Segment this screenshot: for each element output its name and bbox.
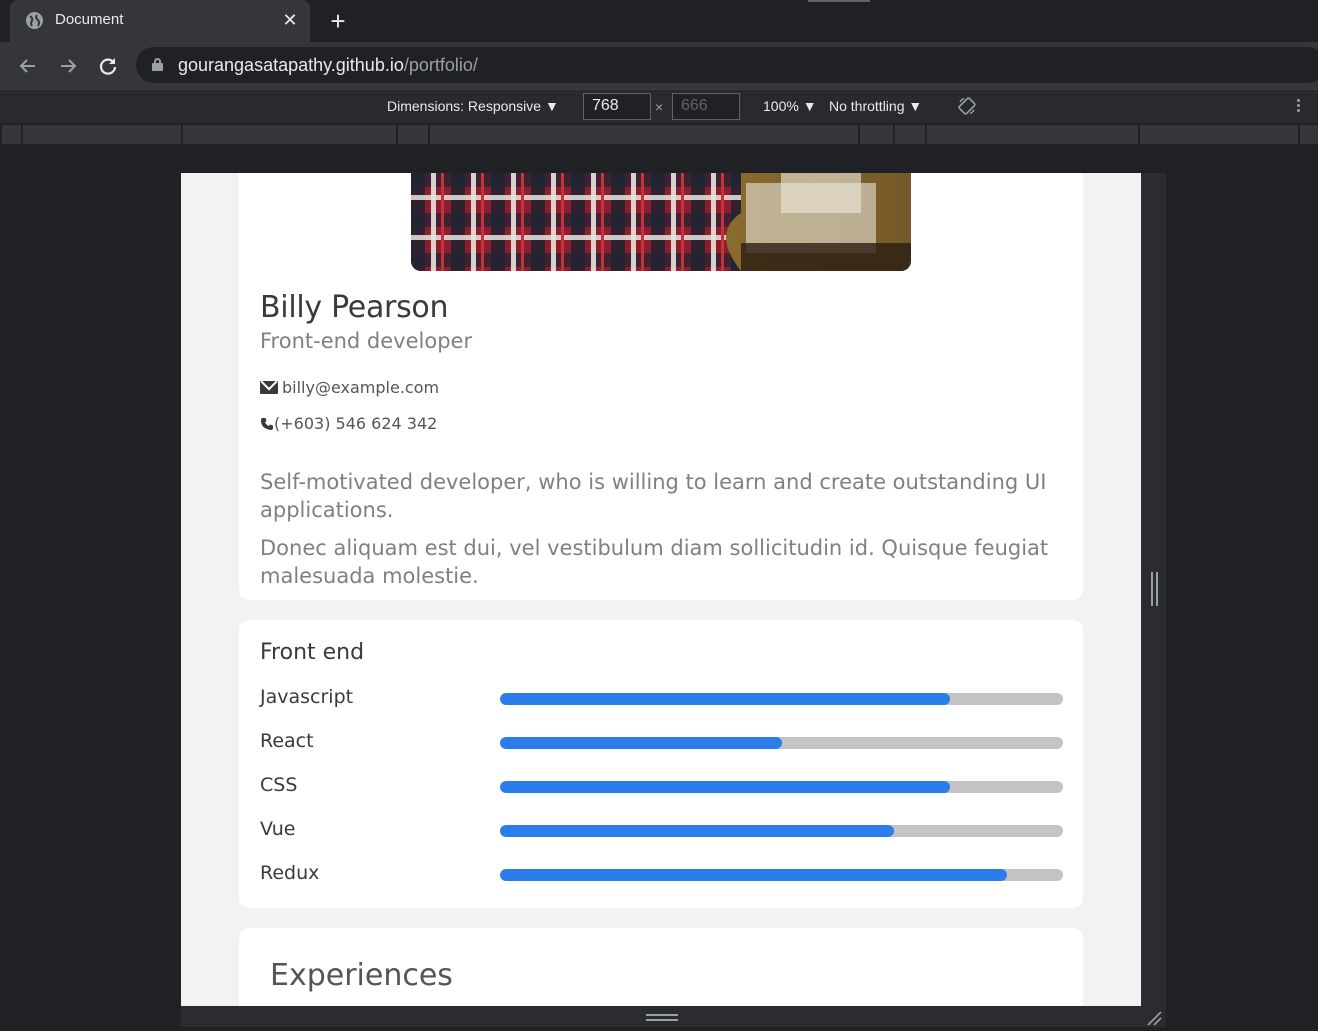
ruler-segment[interactable] xyxy=(895,125,925,144)
experiences-card: Experiences xyxy=(239,928,1083,1006)
skills-title: Front end xyxy=(260,640,365,665)
tab-close-icon[interactable]: ✕ xyxy=(280,9,300,31)
new-tab-button[interactable]: + xyxy=(326,7,350,35)
skill-row: Redux xyxy=(260,860,1064,890)
ruler-segment[interactable] xyxy=(927,125,1138,144)
skill-label: CSS xyxy=(260,774,298,796)
ruler-segment[interactable] xyxy=(2,125,21,144)
media-query-ruler xyxy=(0,123,1318,146)
experiences-title: Experiences xyxy=(270,958,453,993)
email-text: billy@example.com xyxy=(282,378,440,397)
skill-row: React xyxy=(260,728,1064,758)
skill-progress-fill xyxy=(500,737,782,749)
tab-strip-indicator xyxy=(808,0,870,2)
device-toolbar: Dimensions: Responsive ▼ 768 × 666 100% … xyxy=(0,89,1318,123)
ruler-segment[interactable] xyxy=(860,125,893,144)
skill-progress-bar xyxy=(500,693,1063,705)
skill-row: Vue xyxy=(260,816,1064,846)
profile-role: Front-end developer xyxy=(260,329,473,353)
ruler-segment[interactable] xyxy=(23,125,181,144)
phone-text: (+603) 546 624 342 xyxy=(274,414,438,433)
skill-label: Vue xyxy=(260,818,296,840)
lock-icon[interactable] xyxy=(152,58,163,71)
tab-strip: Document ✕ + xyxy=(0,0,1318,42)
bio-paragraph: Self-motivated developer, who is willing… xyxy=(260,470,1047,522)
tab-title: Document xyxy=(55,11,124,28)
skill-label: Javascript xyxy=(260,686,354,708)
right-resize-handle[interactable] xyxy=(1150,572,1159,606)
ruler-segment[interactable] xyxy=(398,125,428,144)
address-bar[interactable]: gourangasatapathy.github.io/portfolio/ xyxy=(136,47,1318,83)
ruler-segment[interactable] xyxy=(1300,125,1318,144)
globe-icon xyxy=(26,12,43,29)
skill-progress-fill xyxy=(500,693,951,705)
skill-progress-bar xyxy=(500,869,1063,881)
times-symbol: × xyxy=(655,99,664,115)
browser-toolbar: gourangasatapathy.github.io/portfolio/ xyxy=(0,42,1318,89)
skill-progress-fill xyxy=(500,869,1007,881)
skill-row: CSS xyxy=(260,772,1064,802)
envelope-icon xyxy=(260,381,278,394)
skill-progress-fill xyxy=(500,825,895,837)
back-arrow-icon[interactable] xyxy=(14,52,42,80)
ruler-segment[interactable] xyxy=(183,125,396,144)
profile-photo xyxy=(411,173,911,271)
forward-arrow-icon[interactable] xyxy=(54,52,82,80)
reload-icon[interactable] xyxy=(94,52,122,80)
throttling-dropdown[interactable]: No throttling ▼ xyxy=(829,98,922,114)
phone-contact[interactable]: (+603) 546 624 342 xyxy=(260,414,437,433)
skill-label: Redux xyxy=(260,862,320,884)
dimensions-dropdown[interactable]: Dimensions: Responsive ▼ xyxy=(387,98,559,114)
bio-paragraph: Donec aliquam est dui, vel vestibulum di… xyxy=(260,536,1049,588)
profile-name: Billy Pearson xyxy=(260,290,449,325)
bottom-resize-handle[interactable] xyxy=(646,1014,678,1022)
skill-progress-bar xyxy=(500,781,1063,793)
skill-row: Javascript xyxy=(260,684,1064,714)
url-text: gourangasatapathy.github.io/portfolio/ xyxy=(178,55,478,75)
phone-icon xyxy=(260,416,274,430)
height-input[interactable]: 666 xyxy=(672,93,740,120)
browser-tab[interactable]: Document ✕ xyxy=(10,0,310,42)
skills-card: Front end Javascript React CSS Vue Redux xyxy=(239,620,1083,908)
more-options-icon[interactable] xyxy=(1294,97,1302,117)
corner-resize-icon[interactable] xyxy=(1146,1010,1162,1026)
ruler-segment[interactable] xyxy=(430,125,858,144)
ruler-segment[interactable] xyxy=(1140,125,1298,144)
width-input[interactable]: 768 xyxy=(583,93,651,120)
rotate-icon[interactable] xyxy=(957,96,977,116)
profile-card: Billy Pearson Front-end developer billy@… xyxy=(239,173,1083,600)
skill-progress-fill xyxy=(500,781,951,793)
skill-label: React xyxy=(260,730,314,752)
email-contact[interactable]: billy@example.com xyxy=(260,378,439,397)
skill-progress-bar xyxy=(500,825,1063,837)
device-viewport: Billy Pearson Front-end developer billy@… xyxy=(181,173,1141,1006)
skill-progress-bar xyxy=(500,737,1063,749)
zoom-dropdown[interactable]: 100% ▼ xyxy=(763,98,817,114)
